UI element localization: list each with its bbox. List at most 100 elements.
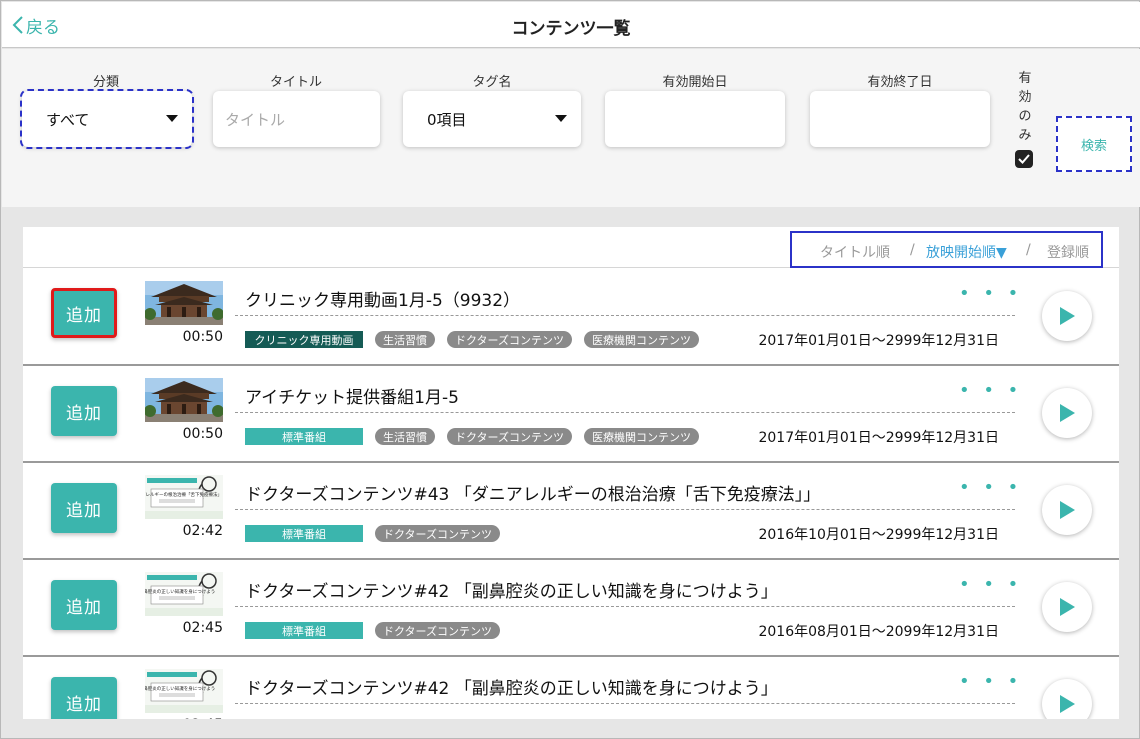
tag-badge: 標準番組 <box>245 622 363 639</box>
tag-list: クリニック専用動画 生活習慣 ドクターズコンテンツ 医療機関コンテンツ <box>245 331 700 348</box>
valid-period: 2017年01月01日〜2999年12月31日 <box>758 430 999 446</box>
more-options-icon[interactable]: • • • <box>959 283 1022 304</box>
play-icon <box>1060 307 1075 325</box>
title-label: タイトル <box>269 75 322 90</box>
thumbnail[interactable]: 副鼻腔炎の正しい知識を身につけよう <box>145 669 223 713</box>
valid-period: 2016年08月01日〜2099年12月31日 <box>758 624 999 640</box>
valid-only-checkbox[interactable] <box>1015 150 1033 168</box>
start-date-label: 有効開始日 <box>662 75 728 90</box>
more-options-icon[interactable]: • • • <box>959 574 1022 595</box>
slide-text: ダニアレルギーの根治治療「舌下免疫療法」 <box>145 491 222 498</box>
tag-badge: 標準番組 <box>245 428 363 445</box>
filter-panel: 分類 すべて タイトル タイトル タグ名 0項目 有効開始日 有効終了日 有 効… <box>2 49 1140 207</box>
title-input[interactable]: タイトル <box>213 91 380 147</box>
content-row: 追加 ダニアレルギーの根治治療「舌下免疫療法」 02:42 ドクターズコンテンツ#43… <box>23 463 1119 560</box>
checkmark-icon <box>1018 154 1030 164</box>
valid-only-char: 有 <box>1018 71 1032 86</box>
thumbnail[interactable]: ダニアレルギーの根治治療「舌下免疫療法」 <box>145 475 223 519</box>
add-button[interactable]: 追加 <box>51 580 117 630</box>
add-button[interactable]: 追加 <box>51 288 117 338</box>
content-title: ドクターズコンテンツ#43 「ダニアレルギーの根治治療「舌下免疫療法」」 <box>245 485 821 505</box>
content-title: ドクターズコンテンツ#42 「副鼻腔炎の正しい知識を身につけよう」 <box>245 582 778 602</box>
tag-badge: ドクターズコンテンツ <box>447 331 573 348</box>
thumbnail[interactable]: 副鼻腔炎の正しい知識を身につけよう <box>145 572 223 616</box>
tag-select[interactable]: 0項目 <box>403 91 581 147</box>
doctors-slide-thumbnail-image: ダニアレルギーの根治治療「舌下免疫療法」 <box>145 475 223 519</box>
start-date-input[interactable] <box>605 91 785 147</box>
dropdown-caret-icon <box>555 115 567 122</box>
tag-value: 0項目 <box>427 110 467 129</box>
tag-badge: 生活習慣 <box>375 331 435 348</box>
add-button[interactable]: 追加 <box>51 386 117 436</box>
sort-options: タイトル順 / 放映開始順▼ / 登録順 <box>790 231 1103 268</box>
tag-badge: ドクターズコンテンツ <box>375 622 501 639</box>
tag-badge: ドクターズコンテンツ <box>375 525 501 542</box>
content-row: 追加 副鼻腔炎の正しい知識を身につけよう 02:45 ドクターズコンテンツ#42 「副… <box>23 560 1119 657</box>
content-list-panel: タイトル順 / 放映開始順▼ / 登録順 追加 00:50 クリニック専用動画1月-… <box>23 227 1119 719</box>
duration: 02:45 <box>173 717 223 719</box>
tag-badge: 標準番組 <box>245 525 363 542</box>
tag-badge: 生活習慣 <box>375 428 435 445</box>
content-row: 追加 副鼻腔炎の正しい知識を身につけよう 02:45 ドクターズコンテンツ#42 「副… <box>23 657 1119 719</box>
valid-only-char: 効 <box>1018 90 1032 105</box>
tag-badge: クリニック専用動画 <box>245 331 363 348</box>
play-button[interactable] <box>1042 485 1092 535</box>
duration: 02:42 <box>182 523 223 539</box>
tag-badge: ドクターズコンテンツ <box>447 428 573 445</box>
duration: 00:50 <box>182 426 223 442</box>
doctors-slide-thumbnail-image: 副鼻腔炎の正しい知識を身につけよう <box>145 669 223 713</box>
tag-badge: 医療機関コンテンツ <box>584 428 700 445</box>
thumbnail[interactable] <box>145 378 223 422</box>
play-button[interactable] <box>1042 291 1092 341</box>
play-button[interactable] <box>1042 388 1092 438</box>
add-button[interactable]: 追加 <box>51 483 117 533</box>
title-placeholder: タイトル <box>225 110 286 129</box>
search-button[interactable]: 検索 <box>1056 116 1132 172</box>
sort-separator: / <box>1026 242 1031 258</box>
more-options-icon[interactable]: • • • <box>959 477 1022 498</box>
temple-thumbnail-image <box>145 378 223 422</box>
row-divider <box>235 509 1015 510</box>
sort-separator: / <box>910 242 915 258</box>
temple-thumbnail-image <box>145 281 223 325</box>
end-date-label: 有効終了日 <box>867 75 933 90</box>
sort-by-title[interactable]: タイトル順 <box>820 242 890 262</box>
thumbnail[interactable] <box>145 281 223 325</box>
navigation-bar: 戻る コンテンツ一覧 <box>2 2 1140 48</box>
more-options-icon[interactable]: • • • <box>959 671 1022 692</box>
end-date-input[interactable] <box>810 91 990 147</box>
duration: 02:45 <box>182 620 223 636</box>
valid-period: 2017年01月01日〜2999年12月31日 <box>758 333 999 349</box>
tag-list: 標準番組 ドクターズコンテンツ <box>245 525 501 542</box>
row-divider <box>235 412 1015 413</box>
slide-text: 副鼻腔炎の正しい知識を身につけよう <box>145 685 215 692</box>
content-title: ドクターズコンテンツ#42 「副鼻腔炎の正しい知識を身につけよう」 <box>245 679 778 699</box>
valid-only-label: 有 効 の み <box>1015 69 1035 145</box>
valid-period: 2016年10月01日〜2999年12月31日 <box>758 527 999 543</box>
add-button[interactable]: 追加 <box>51 677 117 719</box>
tag-list: 標準番組 ドクターズコンテンツ <box>245 622 501 639</box>
valid-only-char: の <box>1018 109 1032 124</box>
category-select[interactable]: すべて <box>20 89 194 149</box>
page-title: コンテンツ一覧 <box>511 19 631 39</box>
app-frame: 戻る コンテンツ一覧 分類 すべて タイトル タイトル タグ名 0項目 有効開始… <box>0 0 1140 739</box>
content-title: クリニック専用動画1月-5（9932） <box>245 291 521 311</box>
content-row: 追加 00:50 クリニック専用動画1月-5（9932） • • • クリニック専用動画… <box>23 269 1119 366</box>
doctors-slide-thumbnail-image: 副鼻腔炎の正しい知識を身につけよう <box>145 572 223 616</box>
row-divider <box>235 606 1015 607</box>
content-row: 追加 00:50 アイチケット提供番組1月-5 • • • 標準番組 生活習慣 ドクターズコ… <box>23 366 1119 463</box>
row-divider <box>235 315 1015 316</box>
play-icon <box>1060 501 1075 519</box>
play-icon <box>1060 598 1075 616</box>
tag-list: 標準番組 生活習慣 ドクターズコンテンツ 医療機関コンテンツ <box>245 428 700 445</box>
tag-badge: 医療機関コンテンツ <box>584 331 700 348</box>
row-divider <box>235 703 1015 704</box>
sort-by-registration[interactable]: 登録順 <box>1047 242 1089 262</box>
more-options-icon[interactable]: • • • <box>959 380 1022 401</box>
sort-bar: タイトル順 / 放映開始順▼ / 登録順 <box>23 227 1119 268</box>
category-value: すべて <box>46 110 90 129</box>
play-button[interactable] <box>1042 582 1092 632</box>
play-icon <box>1060 404 1075 422</box>
sort-by-start-date[interactable]: 放映開始順▼ <box>926 242 1007 262</box>
play-button[interactable] <box>1042 679 1092 719</box>
